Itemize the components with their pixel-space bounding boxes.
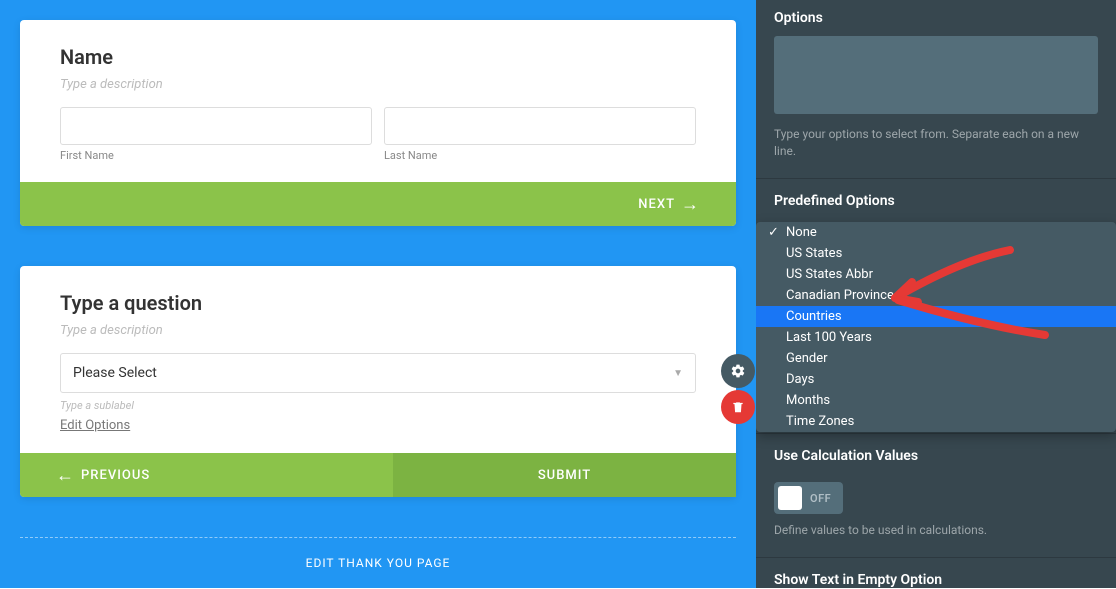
dropdown-item[interactable]: None	[756, 222, 1116, 243]
dropdown-select[interactable]: Please Select ▼	[60, 353, 696, 393]
predefined-title: Predefined Options	[774, 193, 1098, 209]
arrow-right-icon: →	[681, 194, 700, 215]
edit-options-link[interactable]: Edit Options	[60, 418, 130, 433]
select-placeholder: Please Select	[73, 365, 157, 381]
calc-help: Define values to be used in calculations…	[774, 522, 1098, 539]
dropdown-item[interactable]: Countries	[756, 306, 1116, 327]
empty-title: Show Text in Empty Option	[774, 572, 1098, 588]
options-textarea[interactable]	[774, 36, 1098, 114]
last-name-input[interactable]	[384, 107, 696, 145]
gear-icon[interactable]	[721, 354, 755, 388]
first-name-input[interactable]	[60, 107, 372, 145]
toggle-label: OFF	[810, 492, 839, 505]
last-name-label: Last Name	[384, 149, 696, 162]
dropdown-item[interactable]: Days	[756, 369, 1116, 390]
trash-icon[interactable]	[721, 390, 755, 424]
question-title[interactable]: Type a question	[60, 291, 696, 315]
calc-toggle[interactable]: OFF	[774, 482, 843, 514]
arrow-left-icon: ←	[56, 465, 75, 486]
name-card: Name Type a description First Name Last …	[20, 20, 736, 226]
dropdown-item[interactable]: Last 100 Years	[756, 327, 1116, 348]
dropdown-item[interactable]: US States Abbr	[756, 264, 1116, 285]
chevron-down-icon: ▼	[673, 368, 683, 379]
name-desc[interactable]: Type a description	[60, 77, 696, 92]
toggle-knob	[778, 486, 802, 510]
first-name-label: First Name	[60, 149, 372, 162]
sublabel[interactable]: Type a sublabel	[60, 399, 696, 412]
edit-thankyou-link[interactable]: EDIT THANK YOU PAGE	[20, 537, 736, 589]
dropdown-item[interactable]: Canadian Provinces	[756, 285, 1116, 306]
properties-sidebar: Options Type your options to select from…	[756, 0, 1116, 588]
question-card[interactable]: Type a question Type a description Pleas…	[20, 266, 736, 497]
dropdown-item[interactable]: Time Zones	[756, 411, 1116, 432]
dropdown-item[interactable]: Gender	[756, 348, 1116, 369]
dropdown-item[interactable]: US States	[756, 243, 1116, 264]
name-title: Name	[60, 45, 696, 69]
form-canvas: Name Type a description First Name Last …	[0, 0, 756, 588]
options-help: Type your options to select from. Separa…	[774, 126, 1098, 160]
predefined-dropdown[interactable]: NoneUS StatesUS States AbbrCanadian Prov…	[756, 222, 1116, 432]
submit-button[interactable]: SUBMIT	[393, 453, 736, 497]
calc-title: Use Calculation Values	[774, 448, 1098, 464]
previous-button[interactable]: ← PREVIOUS	[20, 453, 393, 497]
question-desc[interactable]: Type a description	[60, 323, 696, 338]
dropdown-item[interactable]: Months	[756, 390, 1116, 411]
options-title: Options	[774, 10, 1098, 26]
next-button[interactable]: NEXT →	[20, 182, 736, 226]
